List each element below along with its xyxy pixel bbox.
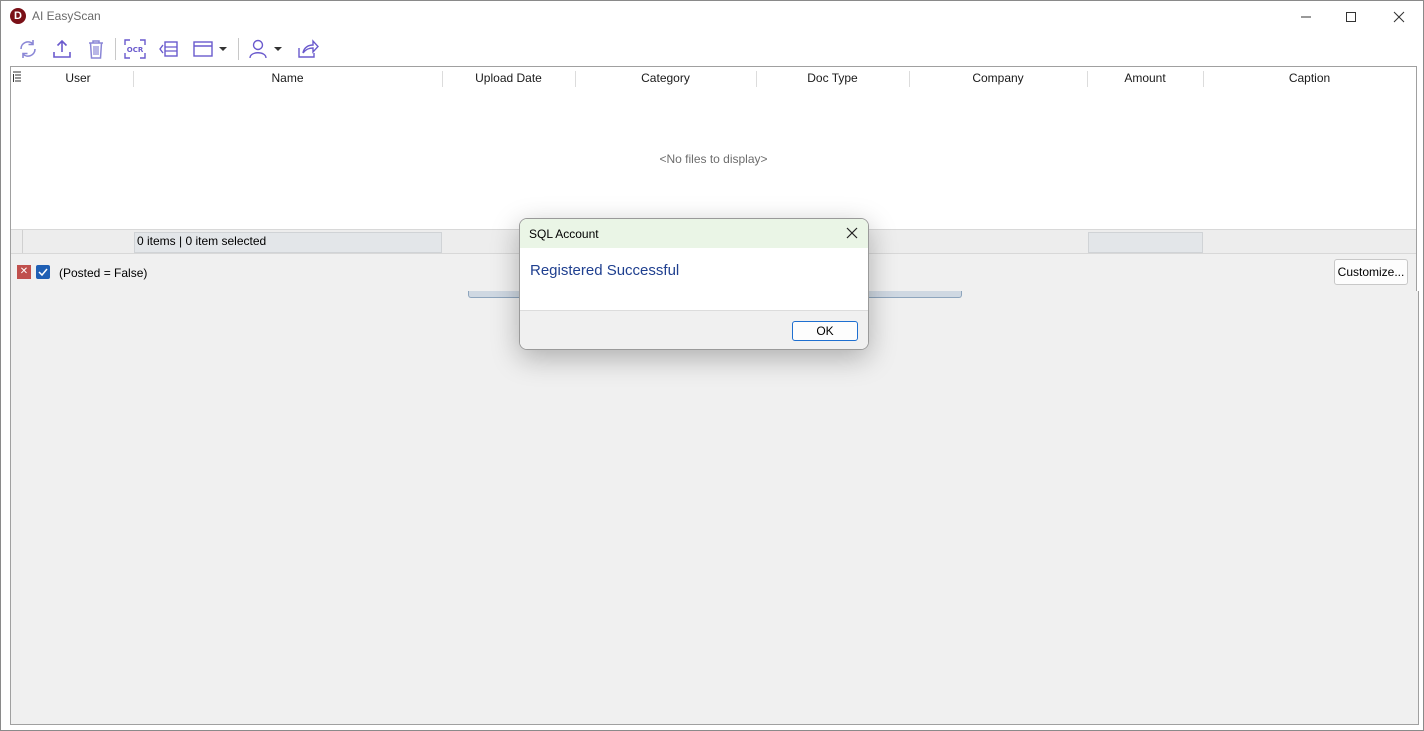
layout-button[interactable] xyxy=(190,37,216,61)
column-header-user[interactable]: User xyxy=(23,67,133,89)
preview-area xyxy=(10,291,1419,725)
main-window: D AI EasyScan OCR User Name Upload Date … xyxy=(0,0,1424,731)
refresh-button[interactable] xyxy=(15,37,41,61)
share-icon xyxy=(298,39,319,58)
dropdown-arrow-icon xyxy=(219,47,227,51)
user-dropdown-button[interactable] xyxy=(271,37,285,61)
column-header-doc-type[interactable]: Doc Type xyxy=(756,67,909,89)
refresh-icon xyxy=(20,40,36,58)
filter-expression-text[interactable]: (Posted = False) xyxy=(59,266,147,280)
close-icon xyxy=(846,227,858,239)
column-chooser-button[interactable] xyxy=(13,71,21,83)
maximize-icon xyxy=(1346,12,1356,22)
app-logo-icon: D xyxy=(10,8,26,24)
maximize-button[interactable] xyxy=(1328,1,1374,33)
title-bar: D AI EasyScan xyxy=(1,1,1423,33)
ok-button[interactable]: OK xyxy=(792,321,858,341)
upload-icon xyxy=(53,39,71,58)
column-chooser-icon xyxy=(13,71,21,82)
minimize-button[interactable] xyxy=(1283,1,1329,33)
close-icon xyxy=(1393,11,1405,23)
trash-icon xyxy=(89,40,103,59)
ocr-button[interactable]: OCR xyxy=(122,37,148,61)
share-button[interactable] xyxy=(295,37,321,61)
ocr-icon: OCR xyxy=(124,39,146,59)
panel-icon xyxy=(159,41,178,57)
toolbar-separator xyxy=(238,38,239,60)
footer-divider xyxy=(22,230,23,253)
window-title: AI EasyScan xyxy=(32,9,101,23)
layout-icon xyxy=(193,41,213,57)
dialog-message: Registered Successful xyxy=(530,262,680,279)
column-header-name[interactable]: Name xyxy=(133,67,442,89)
checkmark-icon xyxy=(38,268,48,277)
close-window-button[interactable] xyxy=(1376,1,1422,33)
upload-button[interactable] xyxy=(49,37,75,61)
items-count-text: 0 items | 0 item selected xyxy=(137,234,267,248)
dropdown-arrow-icon xyxy=(274,47,282,51)
customize-filter-button[interactable]: Customize... xyxy=(1334,259,1408,285)
dialog-title: SQL Account xyxy=(529,227,599,241)
column-header-upload-date[interactable]: Upload Date xyxy=(442,67,575,89)
clear-filter-button[interactable]: ✕ xyxy=(17,265,31,279)
column-header-company[interactable]: Company xyxy=(909,67,1087,89)
column-header-amount[interactable]: Amount xyxy=(1087,67,1203,89)
svg-text:OCR: OCR xyxy=(127,46,144,54)
column-header-category[interactable]: Category xyxy=(575,67,756,89)
empty-grid-message: <No files to display> xyxy=(659,152,768,166)
toolbar-separator xyxy=(115,38,116,60)
dialog-footer: OK xyxy=(520,310,868,349)
column-header-caption[interactable]: Caption xyxy=(1203,67,1416,89)
grid-header: User Name Upload Date Category Doc Type … xyxy=(11,67,1416,89)
message-dialog: SQL Account Registered Successful OK xyxy=(519,218,869,350)
dialog-title-bar: SQL Account xyxy=(520,219,868,248)
filter-enabled-checkbox[interactable] xyxy=(36,265,50,279)
layout-dropdown-button[interactable] xyxy=(216,37,230,61)
panel-button[interactable] xyxy=(156,37,182,61)
footer-amount-cell xyxy=(1088,232,1203,253)
delete-button[interactable] xyxy=(83,37,109,61)
toolbar: OCR xyxy=(1,33,1423,65)
dialog-close-button[interactable] xyxy=(844,225,860,241)
user-icon xyxy=(249,39,267,59)
user-button[interactable] xyxy=(245,37,271,61)
minimize-icon xyxy=(1301,16,1311,18)
